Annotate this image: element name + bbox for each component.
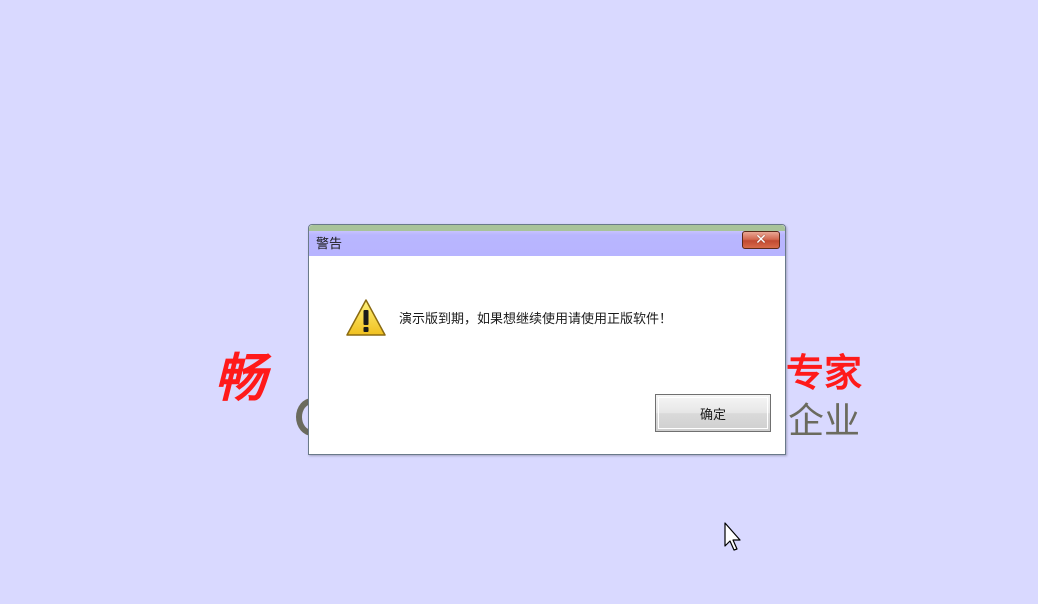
- mouse-cursor-icon: [724, 522, 741, 551]
- splash-subtitle-text-right: 企业: [788, 401, 861, 442]
- close-icon: ✕: [755, 232, 767, 248]
- ok-button[interactable]: 确定: [655, 394, 771, 432]
- warning-dialog: 警告 ✕ 演示版到期，如果想继续使用请使用正版软件！ 确定: [308, 224, 786, 455]
- dialog-message: 演示版到期，如果想继续使用请使用正版软件！: [399, 312, 673, 327]
- close-button[interactable]: ✕: [742, 231, 780, 249]
- splash-brand-text-left: 畅: [214, 349, 269, 409]
- dialog-titlebar[interactable]: 警告 ✕: [309, 225, 785, 256]
- dialog-title: 警告: [316, 237, 343, 252]
- dialog-content: 演示版到期，如果想继续使用请使用正版软件！ 确定: [309, 256, 785, 454]
- splash-brand-text-right: 专家: [786, 351, 863, 395]
- warning-triangle-icon: [346, 299, 386, 336]
